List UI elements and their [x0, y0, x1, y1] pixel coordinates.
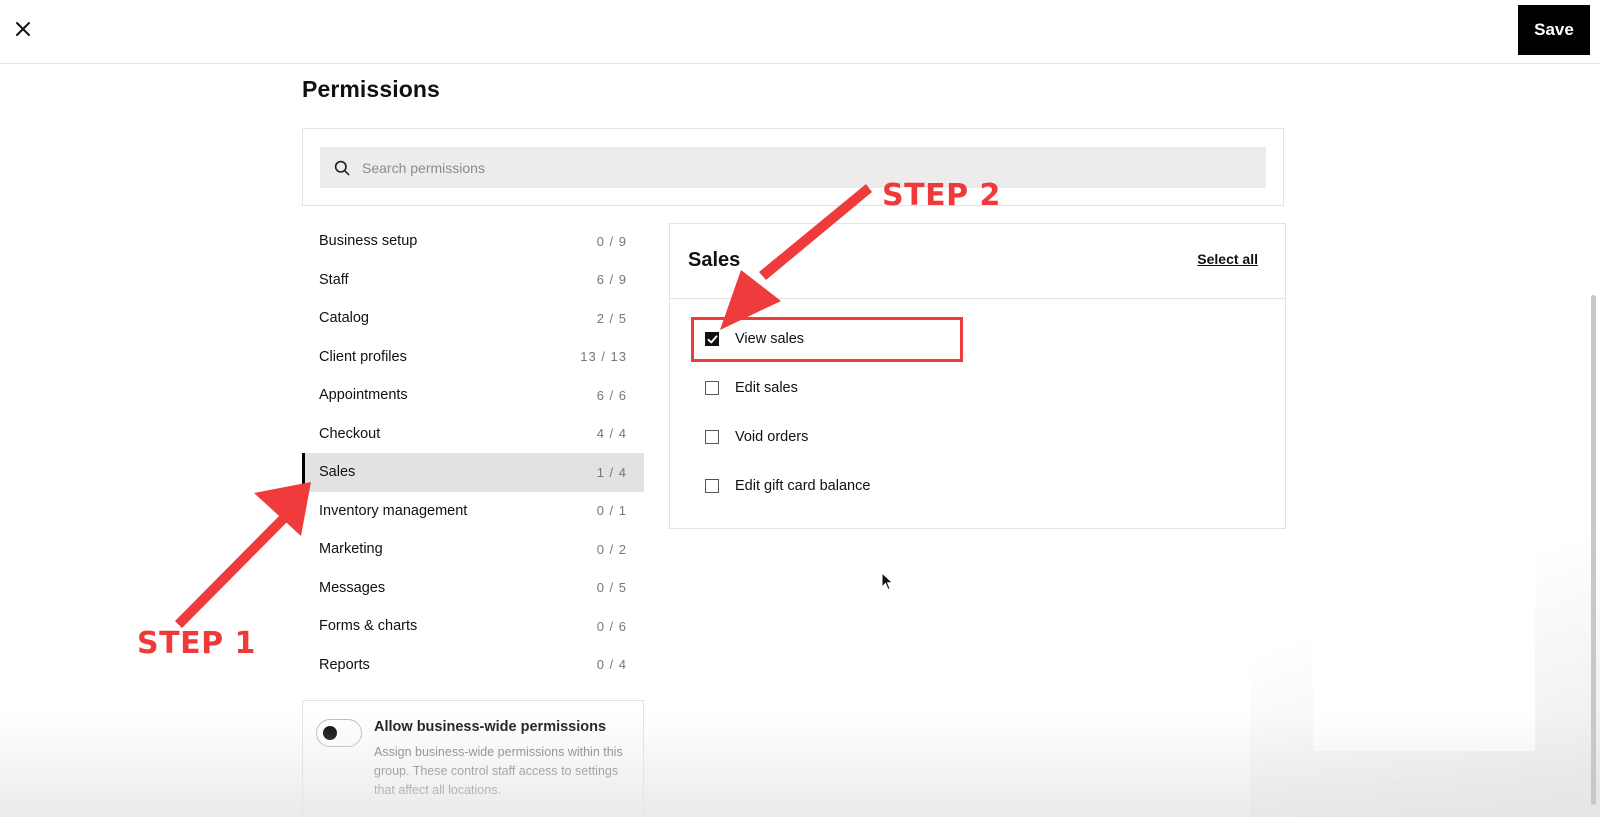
select-all-link[interactable]: Select all: [1197, 251, 1258, 267]
sales-permissions-panel: Sales Select all View sales Edit sales V…: [669, 223, 1286, 529]
search-input[interactable]: [360, 152, 1240, 183]
category-label: Reports: [319, 656, 370, 673]
category-label: Forms & charts: [319, 618, 418, 635]
permission-void-orders[interactable]: Void orders: [705, 425, 808, 449]
category-label: Appointments: [319, 387, 408, 404]
category-list: Business setup 0 / 9 Staff 6 / 9 Catalog…: [302, 222, 644, 684]
category-count: 2 / 5: [596, 310, 627, 326]
permission-label: View sales: [735, 331, 805, 347]
save-button[interactable]: Save: [1518, 5, 1590, 55]
category-label: Staff: [319, 271, 349, 288]
category-count: 0 / 2: [596, 541, 627, 557]
checkbox-checked[interactable]: [705, 332, 719, 346]
close-icon: [16, 22, 30, 36]
category-item-catalog[interactable]: Catalog 2 / 5: [302, 299, 644, 338]
scrollbar[interactable]: [1591, 295, 1596, 805]
category-label: Marketing: [319, 541, 383, 558]
sales-panel-title: Sales: [688, 249, 741, 271]
category-count: 0 / 4: [596, 657, 627, 673]
permission-edit-sales[interactable]: Edit sales: [705, 376, 798, 400]
category-label: Inventory management: [319, 502, 468, 519]
mouse-cursor-icon: [881, 572, 894, 591]
category-item-sales[interactable]: Sales 1 / 4: [302, 453, 644, 492]
toggle-knob: [323, 726, 337, 740]
search-box: [320, 147, 1266, 188]
top-bar: Save: [0, 0, 1600, 64]
category-count: 0 / 1: [596, 503, 627, 519]
checkbox[interactable]: [705, 381, 719, 395]
category-item-marketing[interactable]: Marketing 0 / 2: [302, 530, 644, 569]
category-count: 0 / 5: [596, 580, 627, 596]
category-count: 6 / 6: [596, 387, 627, 403]
category-label: Checkout: [319, 425, 381, 442]
search-card: [302, 128, 1284, 206]
category-item-messages[interactable]: Messages 0 / 5: [302, 569, 644, 608]
category-item-inventory-management[interactable]: Inventory management 0 / 1: [302, 492, 644, 531]
search-icon: [334, 159, 352, 177]
category-label: Sales: [319, 464, 356, 481]
business-wide-description: Assign business-wide permissions within …: [374, 745, 623, 797]
category-label: Messages: [319, 579, 386, 596]
category-count: 1 / 4: [596, 464, 627, 480]
category-item-appointments[interactable]: Appointments 6 / 6: [302, 376, 644, 415]
permission-label: Void orders: [735, 429, 809, 445]
sales-panel-header: Sales Select all: [670, 224, 1285, 299]
category-count: 4 / 4: [596, 426, 627, 442]
category-label: Catalog: [319, 310, 369, 327]
category-item-reports[interactable]: Reports 0 / 4: [302, 646, 644, 685]
category-count: 0 / 9: [596, 233, 627, 249]
permission-edit-gift-card-balance[interactable]: Edit gift card balance: [705, 474, 870, 498]
arrow-step-1: [175, 482, 311, 628]
category-item-checkout[interactable]: Checkout 4 / 4: [302, 415, 644, 454]
permission-label: Edit sales: [735, 380, 798, 396]
business-wide-toggle[interactable]: [316, 719, 362, 747]
category-count: 13 / 13: [580, 349, 627, 365]
business-wide-permissions-card: Allow business-wide permissions Assign b…: [302, 700, 644, 817]
category-count: 0 / 6: [596, 618, 627, 634]
category-label: Client profiles: [319, 348, 407, 365]
page-title: Permissions: [302, 76, 440, 102]
checkbox[interactable]: [705, 479, 719, 493]
background-card: [1313, 531, 1535, 751]
step-2-label: STEP 2: [882, 178, 1001, 213]
checkbox[interactable]: [705, 430, 719, 444]
category-item-client-profiles[interactable]: Client profiles 13 / 13: [302, 338, 644, 377]
permission-view-sales[interactable]: View sales: [705, 327, 804, 351]
category-label: Business setup: [319, 233, 418, 250]
business-wide-title: Allow business-wide permissions: [374, 719, 607, 735]
permission-label: Edit gift card balance: [735, 478, 871, 494]
category-count: 6 / 9: [596, 272, 627, 288]
category-item-staff[interactable]: Staff 6 / 9: [302, 261, 644, 300]
checkmark-icon: [707, 334, 717, 343]
step-1-label: STEP 1: [137, 626, 256, 661]
close-button[interactable]: [10, 16, 36, 42]
category-item-forms-charts[interactable]: Forms & charts 0 / 6: [302, 607, 644, 646]
category-item-business-setup[interactable]: Business setup 0 / 9: [302, 222, 644, 261]
